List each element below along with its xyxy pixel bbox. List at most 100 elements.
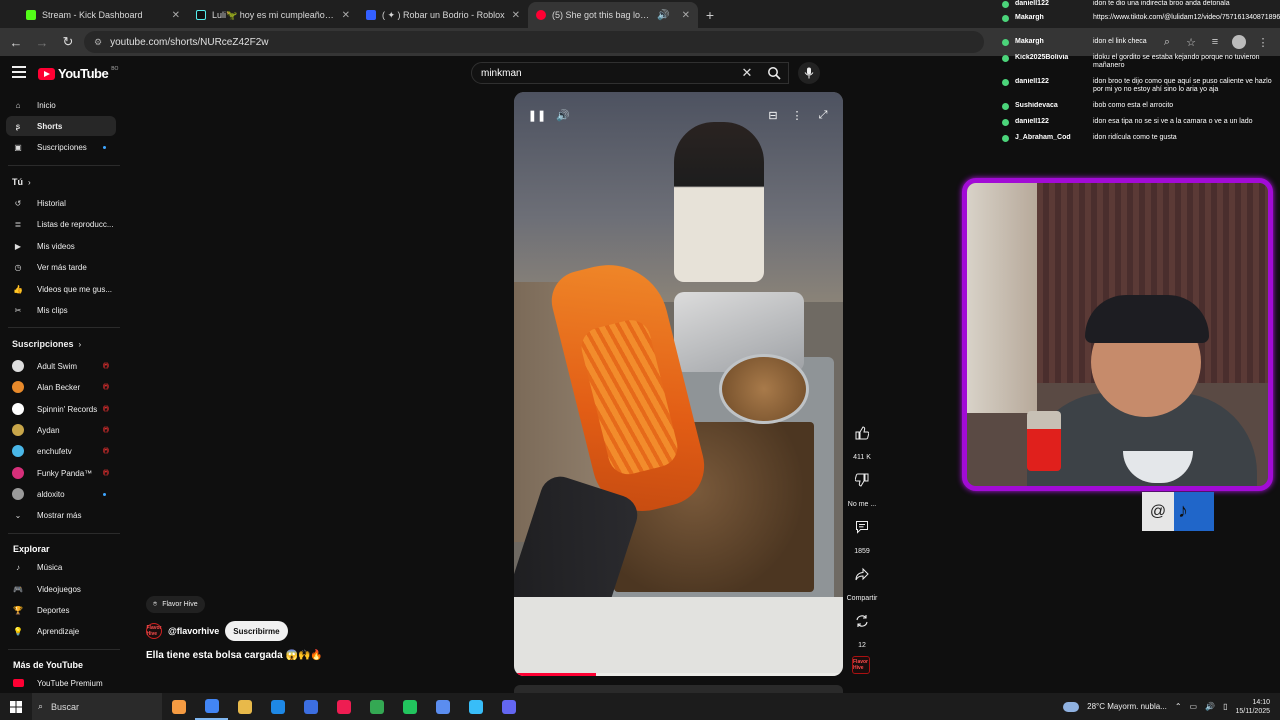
sidebar-channel-enchufetv[interactable]: enchufetv ((•)) xyxy=(6,441,116,461)
taskbar-app-icon[interactable] xyxy=(294,693,327,720)
sidebar-item-videojuegos[interactable]: 🎮 Videojuegos xyxy=(6,579,116,599)
tab-roblox[interactable]: ( ✦ ) Robar un Bodrio - Roblox ✕ xyxy=(358,2,528,28)
youtube-logo[interactable]: YouTube BO xyxy=(38,66,118,81)
fullscreen-icon[interactable]: ⤢ xyxy=(814,106,832,124)
speaker-icon[interactable]: 🔊 xyxy=(657,10,669,21)
close-icon[interactable]: ✕ xyxy=(172,10,180,21)
next-short-preview[interactable] xyxy=(514,685,843,693)
taskbar-app-icon[interactable] xyxy=(426,693,459,720)
tab-tiktok[interactable]: Luli🦖 hoy es mi cumpleaños😍 ✕ xyxy=(188,2,358,28)
chat-user: daniell122 xyxy=(1015,78,1049,85)
short-video-player[interactable]: ❚❚ 🔊 ⊟ ⋮ ⤢ xyxy=(514,92,843,676)
divider xyxy=(8,649,120,650)
short-title[interactable]: Ella tiene esta bolsa cargada 😱🙌🔥 xyxy=(146,650,323,661)
channel-avatar[interactable]: Flavor Hive xyxy=(146,623,162,639)
sidebar-item-mis-clips[interactable]: ✂ Mis clips xyxy=(6,300,116,320)
chat-text: idon esa tipa no se si ve a la camara o … xyxy=(1093,118,1253,125)
sidebar-item-liked-videos[interactable]: 👍 Videos que me gus... xyxy=(6,279,116,299)
sidebar-channel-aldoxito[interactable]: aldoxito xyxy=(6,484,116,504)
app-icon xyxy=(171,699,186,714)
music-icon: ♪ xyxy=(16,562,20,572)
sidebar-item-playlists[interactable]: ≣ Listas de reproducc... xyxy=(6,214,116,234)
sidebar-item-mis-videos[interactable]: ▶ Mis videos xyxy=(6,236,116,256)
clock[interactable]: 14:10 15/11/2025 xyxy=(1235,698,1270,716)
sidebar-item-musica[interactable]: ♪ Música xyxy=(6,557,116,577)
sidebar-channel-spinnin-records[interactable]: Spinnin' Records ((•)) xyxy=(6,399,116,419)
sidebar-item-historial[interactable]: ↺ Historial xyxy=(6,193,116,213)
sidebar-channel-funky-panda[interactable]: Funky Panda™ ((•)) xyxy=(6,463,116,483)
chat-user: Makargh xyxy=(1015,38,1044,45)
close-icon[interactable]: ✕ xyxy=(342,10,350,21)
sidebar-channel-aydan[interactable]: Aydan ((•)) xyxy=(6,420,116,440)
chat-text: idon te dio una indirecta broo anda deto… xyxy=(1093,0,1230,7)
sidebar-item-shorts[interactable]: ʂ Shorts xyxy=(6,116,116,136)
sidebar-item-label: Aydan xyxy=(37,425,60,435)
chevron-right-icon: › xyxy=(28,177,31,187)
tab-youtube-short[interactable]: (5) She got this bag loaded 🔊 ✕ xyxy=(528,2,698,28)
sidebar-item-suscripciones[interactable]: ▣ Suscripciones xyxy=(6,137,116,157)
captions-icon[interactable]: ⊟ xyxy=(764,106,782,124)
subscribe-button[interactable]: Suscribirme xyxy=(225,621,288,641)
new-tab-button[interactable]: + xyxy=(698,2,722,28)
moderator-badge-icon xyxy=(1002,1,1009,8)
tab-kick-dashboard[interactable]: Stream - Kick Dashboard ✕ xyxy=(18,2,188,28)
taskbar-app-icon[interactable] xyxy=(459,693,492,720)
taskbar-app-icon[interactable] xyxy=(261,693,294,720)
location-chip[interactable]: ⌾ Flavor Hive xyxy=(146,596,205,613)
comments-button[interactable]: 1859 xyxy=(845,512,879,555)
sidebar-channel-adult-swim[interactable]: Adult Swim ((•)) xyxy=(6,356,116,376)
taskbar-app-icon[interactable] xyxy=(327,693,360,720)
share-button[interactable]: Compartir xyxy=(845,559,879,602)
live-indicator-icon: ((•)) xyxy=(102,448,109,454)
network-icon[interactable]: ▭ xyxy=(1190,702,1198,711)
taskbar-app-icon[interactable] xyxy=(195,693,228,720)
channel-name[interactable]: @flavorhive xyxy=(168,626,219,636)
chat-user: Kick2025Bolivia xyxy=(1015,54,1069,61)
sidebar-item-deportes[interactable]: 🏆 Deportes xyxy=(6,600,116,620)
windows-start-button[interactable] xyxy=(0,693,32,720)
remix-button[interactable]: 12 xyxy=(845,606,879,649)
taskbar-app-icon[interactable] xyxy=(492,693,525,720)
battery-icon[interactable]: ▯ xyxy=(1223,702,1227,711)
sidebar-item-label: YouTube Premium xyxy=(37,678,103,688)
site-info-icon[interactable]: ⚙ xyxy=(94,37,102,48)
hamburger-menu-icon[interactable] xyxy=(12,66,26,78)
back-button[interactable]: ← xyxy=(6,32,26,52)
more-options-icon[interactable]: ⋮ xyxy=(788,106,806,124)
sidebar-item-label: Videojuegos xyxy=(37,584,81,594)
dislike-button[interactable]: No me ... xyxy=(845,465,879,508)
address-bar[interactable]: ⚙ youtube.com/shorts/NURceZ42F2w xyxy=(84,31,984,53)
forward-button[interactable]: → xyxy=(32,32,52,52)
sidebar-item-youtube-premium[interactable]: YouTube Premium xyxy=(6,673,116,693)
close-icon[interactable]: ✕ xyxy=(682,10,690,21)
voice-search-button[interactable] xyxy=(798,62,820,84)
taskbar-app-icon[interactable] xyxy=(360,693,393,720)
moderator-badge-icon xyxy=(1002,135,1009,142)
watch-later-icon: ◷ xyxy=(14,262,22,272)
video-progress-bar[interactable] xyxy=(514,673,843,676)
volume-icon[interactable]: 🔊 xyxy=(1205,702,1215,711)
taskbar-app-icon[interactable] xyxy=(393,693,426,720)
reload-button[interactable]: ↻ xyxy=(58,32,78,52)
sidebar-section-suscripciones[interactable]: Suscripciones › xyxy=(6,334,116,354)
channel-thumbnail[interactable]: Flavor Hive xyxy=(852,656,870,674)
taskbar-app-icon[interactable] xyxy=(162,693,195,720)
taskbar-search[interactable]: ⌕ Buscar xyxy=(32,693,162,720)
volume-icon[interactable]: 🔊 xyxy=(554,106,572,124)
live-indicator-icon: ((•)) xyxy=(102,406,109,412)
sidebar-section-tu[interactable]: Tú › xyxy=(6,172,116,192)
clear-search-icon[interactable]: ✕ xyxy=(739,62,755,84)
pause-icon[interactable]: ❚❚ xyxy=(528,106,546,124)
chevron-up-icon[interactable]: ⌃ xyxy=(1175,702,1182,711)
live-indicator-icon: ((•)) xyxy=(102,363,109,369)
show-more-button[interactable]: ⌄ Mostrar más xyxy=(6,505,116,525)
close-icon[interactable]: ✕ xyxy=(512,10,520,21)
sidebar-channel-alan-becker[interactable]: Alan Becker ((•)) xyxy=(6,377,116,397)
sidebar-item-aprendizaje[interactable]: 💡 Aprendizaje xyxy=(6,621,116,641)
weather-text[interactable]: 28°C Mayorm. nubla... xyxy=(1087,702,1167,711)
sidebar-item-ver-mas-tarde[interactable]: ◷ Ver más tarde xyxy=(6,257,116,277)
sidebar-item-inicio[interactable]: ⌂ Inicio xyxy=(6,95,116,115)
taskbar-app-icon[interactable] xyxy=(228,693,261,720)
like-button[interactable]: 411 K xyxy=(845,418,879,461)
search-button[interactable] xyxy=(759,62,789,84)
